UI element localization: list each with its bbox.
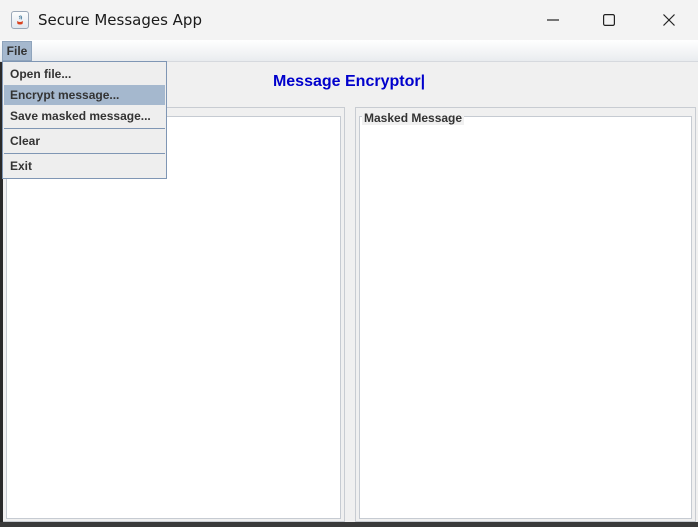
- minimize-button[interactable]: [524, 0, 582, 40]
- close-icon: [663, 14, 675, 26]
- menu-item-exit[interactable]: Exit: [4, 154, 165, 178]
- menu-item-save-masked-message[interactable]: Save masked message...: [4, 105, 165, 127]
- masked-message-label: Masked Message: [362, 111, 465, 125]
- menu-item-clear[interactable]: Clear: [4, 129, 165, 153]
- java-app-icon: [11, 11, 29, 29]
- minimize-icon: [547, 19, 559, 21]
- masked-message-text-area[interactable]: [359, 116, 692, 519]
- maximize-button[interactable]: [580, 0, 638, 40]
- window-title: Secure Messages App: [38, 11, 202, 29]
- menu-item-encrypt-message[interactable]: Encrypt message...: [4, 85, 165, 105]
- menu-item-open-file[interactable]: Open file...: [4, 64, 165, 85]
- file-menu-dropdown: Open file... Encrypt message... Save mas…: [2, 61, 167, 179]
- close-button[interactable]: [640, 0, 698, 40]
- masked-message-panel: Masked Message: [355, 107, 696, 522]
- menu-file[interactable]: File: [2, 41, 32, 61]
- maximize-icon: [603, 14, 615, 26]
- window-edge-bottom: [0, 522, 698, 527]
- menu-bar: File: [0, 40, 698, 62]
- app-window: Secure Messages App File Message Encrypt…: [0, 0, 698, 527]
- title-bar[interactable]: Secure Messages App: [0, 0, 698, 40]
